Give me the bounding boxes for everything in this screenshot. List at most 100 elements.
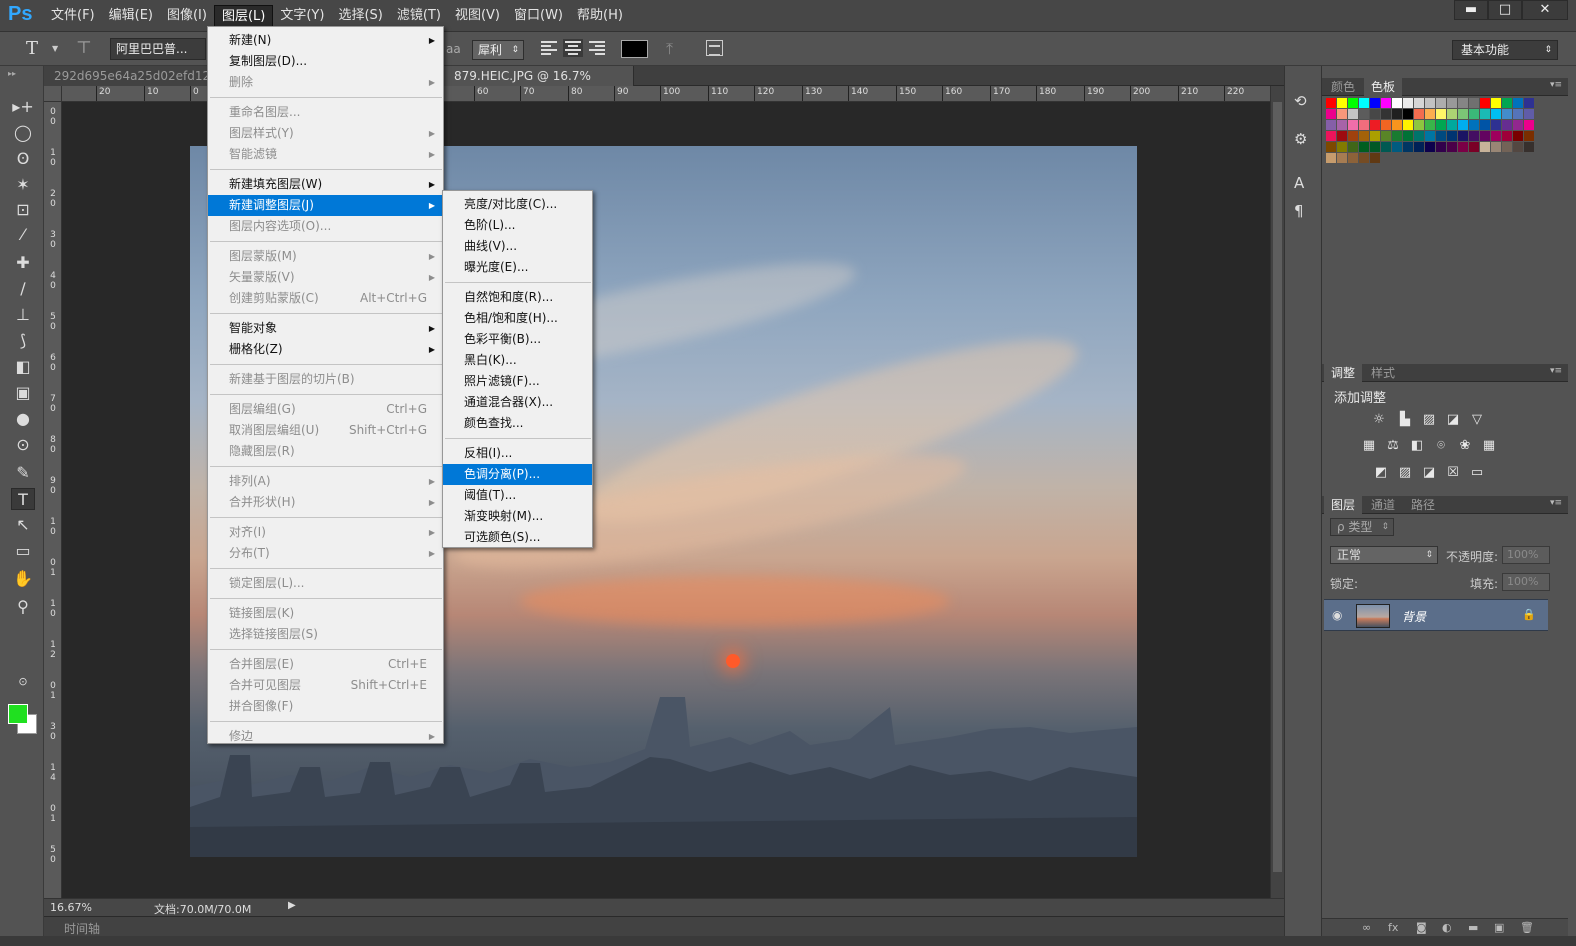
swatch[interactable] [1513,142,1523,152]
menu-item[interactable]: 删除 ▶ [208,72,443,93]
swatch[interactable] [1414,98,1424,108]
menu-item[interactable]: 重命名图层... [208,102,443,123]
menu-item[interactable]: 合并形状(H) ▶ [208,492,443,513]
tab-styles[interactable]: 样式 [1364,364,1402,382]
new-layer-icon[interactable]: ▣ [1494,921,1504,934]
swatch[interactable] [1348,131,1358,141]
tool-icon-11[interactable]: ▣ [11,382,35,404]
timeline-label[interactable]: 时间轴 [64,920,100,937]
menu-item[interactable]: 图层蒙版(M) ▶ [208,246,443,267]
photo-filter-icon[interactable]: ⌾ [1432,438,1450,454]
swatch[interactable] [1337,120,1347,130]
swatch[interactable] [1359,120,1369,130]
swatch[interactable] [1524,142,1534,152]
tool-icon-17[interactable]: ▭ [11,540,35,562]
swatch[interactable] [1348,98,1358,108]
text-color-swatch[interactable] [621,40,648,58]
menu-8[interactable]: 窗口(W) [507,5,570,27]
menu-item[interactable]: 复制图层(D)... [208,51,443,72]
tool-icon-1[interactable]: ◯ [11,122,35,144]
swatch[interactable] [1326,98,1336,108]
ruler-origin[interactable] [44,86,62,102]
menu-item[interactable]: 曲线(V)... [443,236,592,257]
paragraph-icon[interactable]: ¶ [1294,202,1304,220]
threshold-icon[interactable]: ◪ [1420,465,1438,481]
tab-color[interactable]: 颜色 [1324,78,1362,96]
swatch[interactable] [1392,98,1402,108]
type-tool-preset-icon[interactable]: T [26,38,38,59]
swatch[interactable] [1381,131,1391,141]
color-balance-icon[interactable]: ⚖ [1384,438,1402,454]
swatch[interactable] [1447,120,1457,130]
swatch[interactable] [1469,98,1479,108]
layer-filter-kind[interactable]: ρ 类型 [1330,518,1394,536]
menu-2[interactable]: 图像(I) [160,5,214,27]
swatch[interactable] [1414,109,1424,119]
swatch[interactable] [1458,109,1468,119]
gradient-map-icon[interactable]: ☒ [1444,465,1462,481]
menu-item[interactable]: 曝光度(E)... [443,257,592,278]
color-lookup-icon[interactable]: ▦ [1480,438,1498,454]
swatch[interactable] [1381,98,1391,108]
swatch[interactable] [1348,120,1358,130]
swatch[interactable] [1359,98,1369,108]
swatch[interactable] [1392,131,1402,141]
swatch[interactable] [1513,120,1523,130]
swatch[interactable] [1403,120,1413,130]
swatch[interactable] [1370,98,1380,108]
tool-icon-14[interactable]: ✎ [11,462,35,484]
tab-swatches[interactable]: 色板 [1364,78,1403,96]
chevron-down-icon[interactable]: ▼ [52,44,58,53]
menu-item[interactable]: 图层样式(Y) ▶ [208,123,443,144]
swatch[interactable] [1359,131,1369,141]
vertical-ruler[interactable]: 00102030405060708090100110120130140150 [44,102,62,898]
swatch[interactable] [1513,131,1523,141]
menu-item[interactable]: 链接图层(K) [208,603,443,624]
swatch[interactable] [1348,109,1358,119]
menu-item[interactable]: 对齐(I) ▶ [208,522,443,543]
menu-item[interactable]: 自然饱和度(R)... [443,287,592,308]
menu-item[interactable]: 反相(I)... [443,443,592,464]
maximize-button[interactable]: □ [1488,0,1522,20]
swatch[interactable] [1491,109,1501,119]
swatch[interactable] [1381,142,1391,152]
align-center-icon[interactable] [563,39,583,57]
swatch[interactable] [1458,131,1468,141]
panel-menu-icon[interactable]: ▾≡ [1550,498,1562,508]
vertical-scrollbar[interactable] [1270,86,1284,898]
menu-3[interactable]: 图层(L) [213,5,274,27]
tool-icon-5[interactable]: ⁄ [11,224,35,246]
swatch[interactable] [1524,120,1534,130]
menu-item[interactable]: 可选颜色(S)... [443,527,592,548]
menu-item[interactable]: 新建基于图层的切片(B) [208,369,443,390]
tab-channels[interactable]: 通道 [1364,496,1402,514]
folder-icon[interactable]: ▬ [1468,921,1478,934]
layer-row-background[interactable]: ◉ 背景 🔒 [1324,599,1548,631]
curves-icon[interactable]: ▨ [1420,412,1438,428]
swatch[interactable] [1447,142,1457,152]
menu-item[interactable]: 栅格化(Z) ▶ [208,339,443,360]
levels-icon[interactable]: ▙ [1396,412,1414,428]
menu-item[interactable]: 合并图层(E) Ctrl+E [208,654,443,675]
character-icon[interactable]: A [1294,174,1304,192]
panel-menu-icon[interactable]: ▾≡ [1550,80,1562,90]
menu-item[interactable]: 隐藏图层(R) [208,441,443,462]
panel-grip-icon[interactable]: ▸▸ [8,69,16,78]
scrollbar-thumb[interactable] [1273,102,1282,872]
link-icon[interactable]: ∞ [1362,921,1371,934]
vibrance-icon[interactable]: ▽ [1468,412,1486,428]
menu-item[interactable]: 智能对象 ▶ [208,318,443,339]
menu-item[interactable]: 色阶(L)... [443,215,592,236]
tool-icon-2[interactable]: ʘ [11,148,35,170]
tool-icon-3[interactable]: ✶ [11,174,35,196]
tool-icon-16[interactable]: ↖ [11,514,35,536]
swatch[interactable] [1425,142,1435,152]
swatch[interactable] [1414,131,1424,141]
opacity-input[interactable]: 100% [1502,546,1550,564]
tool-icon-10[interactable]: ◧ [11,356,35,378]
swatch[interactable] [1370,120,1380,130]
swatch[interactable] [1392,120,1402,130]
swatch[interactable] [1524,131,1534,141]
tool-icon-6[interactable]: ✚ [11,252,35,274]
swatch[interactable] [1337,98,1347,108]
